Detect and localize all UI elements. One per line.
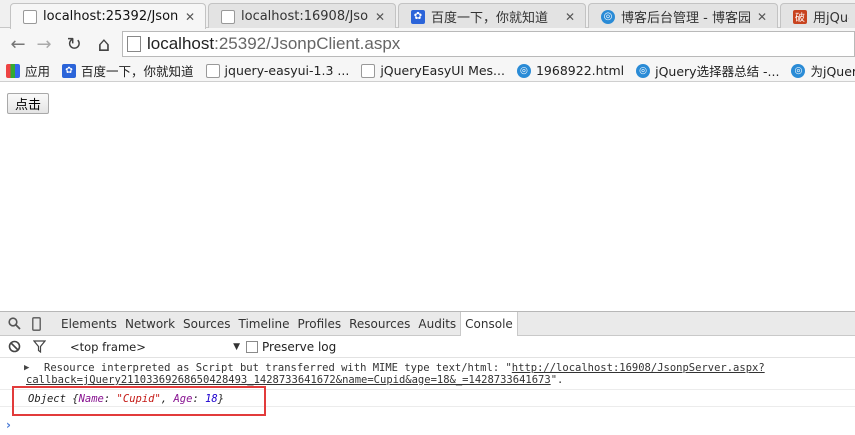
clear-console-icon[interactable] xyxy=(3,336,25,358)
close-icon[interactable]: ✕ xyxy=(375,10,385,24)
url-path: :25392/JsonpClient.aspx xyxy=(214,34,401,53)
tab-baidu[interactable]: ✿ 百度一下，你就知道 ✕ xyxy=(398,3,586,29)
devtools-panel: Elements Network Sources Timeline Profil… xyxy=(0,311,855,435)
expand-triangle-icon[interactable]: ▶ xyxy=(24,363,29,373)
highlight-box xyxy=(12,386,266,416)
page-icon xyxy=(23,9,37,24)
address-bar[interactable]: localhost:25392/JsonpClient.aspx xyxy=(122,31,855,57)
url-text[interactable]: localhost:25392/JsonpClient.aspx xyxy=(147,34,400,54)
cnblogs-icon: ◎ xyxy=(791,63,806,78)
tab-title: 百度一下，你就知道 xyxy=(431,11,549,26)
page-icon xyxy=(361,63,376,78)
tab-timeline[interactable]: Timeline xyxy=(235,312,294,336)
red-icon: 破 xyxy=(793,9,807,24)
frame-selector[interactable]: <top frame> ▼ xyxy=(70,340,240,354)
page-icon xyxy=(221,9,235,24)
bookmark-easyui[interactable]: jquery-easyui-1.3 ... xyxy=(205,63,350,78)
browser-toolbar: ← → ↻ ⌂ localhost:25392/JsonpClient.aspx xyxy=(0,28,855,60)
bookmark-baidu[interactable]: ✿ 百度一下，你就知道 xyxy=(62,61,194,80)
server-url-link-continued[interactable]: callback=jQuery21103369268650428493_1428… xyxy=(26,374,551,386)
close-icon[interactable]: ✕ xyxy=(757,10,767,24)
back-arrow-icon: ← xyxy=(10,33,26,55)
bookmark-jquery-ea[interactable]: ◎ 为jQuery-ea xyxy=(791,61,855,80)
tab-title: 博客后台管理 - 博客园 xyxy=(621,11,751,26)
tab-title: 用jQuery xyxy=(813,11,849,26)
bookmark-label: 1968922.html xyxy=(535,63,625,78)
tab-title: localhost:16908/JsonpS xyxy=(241,9,369,24)
click-button[interactable]: 点击 xyxy=(7,93,49,114)
back-button[interactable]: ← xyxy=(6,32,30,56)
home-icon: ⌂ xyxy=(97,32,111,56)
preserve-log-label: Preserve log xyxy=(262,339,337,354)
filter-icon[interactable] xyxy=(28,336,50,358)
cnblogs-icon: ◎ xyxy=(636,63,651,78)
cnblogs-icon: ◎ xyxy=(516,63,531,78)
forward-arrow-icon: → xyxy=(36,33,52,55)
tab-jquery[interactable]: 破 用jQuery xyxy=(780,3,855,29)
reload-icon: ↻ xyxy=(66,33,82,55)
bookmark-apps[interactable]: 应用 xyxy=(6,61,50,80)
tab-strip: localhost:25392/JsonpC ✕ localhost:16908… xyxy=(0,0,855,29)
devtools-tabbar: Elements Network Sources Timeline Profil… xyxy=(0,311,855,336)
message-line-1: Resource interpreted as Script but trans… xyxy=(44,362,765,374)
bookmark-label: 应用 xyxy=(25,64,51,79)
close-icon[interactable]: ✕ xyxy=(185,10,195,24)
url-host: localhost xyxy=(147,34,215,53)
close-icon[interactable]: ✕ xyxy=(565,10,575,24)
cnblogs-icon: ◎ xyxy=(601,9,615,24)
dropdown-arrow-icon: ▼ xyxy=(233,341,240,352)
home-button[interactable]: ⌂ xyxy=(92,32,116,56)
baidu-paw-icon: ✿ xyxy=(411,9,425,24)
bookmark-jquery-selector[interactable]: ◎ jQuery选择器总结 -... xyxy=(636,61,779,80)
bookmark-label: jquery-easyui-1.3 ... xyxy=(224,63,350,78)
bookmark-label: jQuery选择器总结 -... xyxy=(655,64,780,79)
preserve-log-toggle[interactable]: Preserve log xyxy=(246,340,336,354)
page-content: 点击 xyxy=(0,83,855,311)
tab-resources[interactable]: Resources xyxy=(345,312,414,336)
tab-title: localhost:25392/JsonpC xyxy=(43,9,179,24)
tab-audits[interactable]: Audits xyxy=(414,312,460,336)
tab-sources[interactable]: Sources xyxy=(179,312,234,336)
tab-cnblogs[interactable]: ◎ 博客后台管理 - 博客园 ✕ xyxy=(588,3,778,29)
preserve-log-checkbox[interactable] xyxy=(246,340,258,353)
tab-jsonp-server[interactable]: localhost:16908/JsonpS ✕ xyxy=(208,3,396,29)
bookmark-1968922[interactable]: ◎ 1968922.html xyxy=(516,63,625,78)
device-mode-icon[interactable] xyxy=(25,313,47,335)
apps-icon xyxy=(6,63,20,78)
forward-button[interactable]: → xyxy=(32,32,56,56)
bookmark-label: jQueryEasyUI Mes... xyxy=(380,63,505,78)
inspect-icon[interactable] xyxy=(3,313,25,335)
reload-button[interactable]: ↻ xyxy=(62,32,86,56)
tab-jsonp-client[interactable]: localhost:25392/JsonpC ✕ xyxy=(10,3,206,29)
frame-selector-value: <top frame> xyxy=(70,339,146,354)
tab-console[interactable]: Console xyxy=(460,311,518,336)
message-line-2: callback=jQuery21103369268650428493_1428… xyxy=(26,374,564,386)
baidu-paw-icon: ✿ xyxy=(62,63,77,78)
tab-network[interactable]: Network xyxy=(121,312,179,336)
server-url-link[interactable]: http://localhost:16908/JsonpServer.aspx? xyxy=(512,362,765,374)
bookmark-easyui-messager[interactable]: jQueryEasyUI Mes... xyxy=(361,63,505,78)
page-icon xyxy=(127,36,141,52)
page-icon xyxy=(205,63,220,78)
bookmark-label: 为jQuery-ea xyxy=(810,64,855,79)
bookmarks-bar: 应用 ✿ 百度一下，你就知道 jquery-easyui-1.3 ... jQu… xyxy=(0,60,855,82)
tab-elements[interactable]: Elements xyxy=(57,312,121,336)
console-prompt[interactable]: › xyxy=(6,418,11,432)
bookmark-label: 百度一下，你就知道 xyxy=(81,64,194,79)
console-filter-bar: <top frame> ▼ Preserve log xyxy=(0,336,855,358)
tab-profiles[interactable]: Profiles xyxy=(294,312,346,336)
